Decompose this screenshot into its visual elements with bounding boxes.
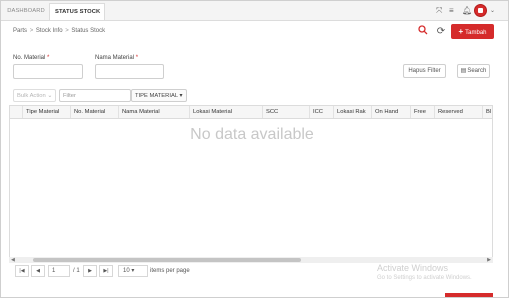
empty-state-text: No data available [190,126,314,143]
chevron-down-icon: ⌄ [47,93,53,99]
scroll-left-icon[interactable]: ◀ [11,257,15,263]
app-window: DASHBOARD STATUS STOCK × ⤧ ≡ 🔔︎ ⌄ Parts … [0,0,509,298]
page-count: / 1 [73,268,80,274]
chevron-down-icon[interactable]: ⌄ [490,7,495,14]
expand-icon[interactable]: ⤧ [436,7,442,15]
add-button-label: Tambah [465,30,487,36]
column-header[interactable]: Lokasi Material [189,106,262,118]
page-size-select[interactable]: 10 ▾ [118,265,148,277]
activate-windows-title: Activate Windows [377,263,449,273]
column-header[interactable]: Nama Material [118,106,189,118]
top-bar: DASHBOARD STATUS STOCK × ⤧ ≡ 🔔︎ ⌄ [1,1,508,21]
tab-status-stock[interactable]: STATUS STOCK × [49,3,105,20]
search-button[interactable]: ▤Search [457,64,490,78]
breadcrumb-stock-info[interactable]: Stock Info [36,28,63,34]
bell-icon[interactable]: 🔔︎ [462,7,472,15]
caret-down-icon: ▾ [179,93,183,99]
scrollbar-thumb[interactable] [33,258,301,262]
nama-material-label: Nama Material * [95,55,139,61]
search-icon[interactable] [416,25,430,39]
breadcrumb: Parts > Stock Info > Status Stock [13,28,106,34]
next-page-button[interactable]: ▶ [83,265,97,277]
column-header[interactable]: Free [410,106,434,118]
breadcrumb-parts[interactable]: Parts [13,28,27,34]
column-header[interactable]: Reserved [434,106,482,118]
clear-filter-button[interactable]: Hapus Filter [403,64,446,78]
table-header: Tipe Material No. Material Nama Material… [10,106,492,119]
no-material-input[interactable] [13,64,83,79]
plus-icon: + [458,27,464,36]
column-header[interactable]: Tipe Material [22,106,70,118]
tab-dashboard[interactable]: DASHBOARD [5,3,47,20]
column-header[interactable]: Lokasi Rak [333,106,371,118]
close-icon[interactable]: × [96,4,100,21]
breadcrumb-status-stock: Status Stock [71,28,106,34]
add-button[interactable]: + Tambah [451,24,494,39]
scroll-right-icon[interactable]: ▶ [487,257,491,263]
nama-material-input[interactable] [95,64,164,79]
search-icon: ▤ [460,68,467,74]
page-input[interactable]: 1 [48,265,70,277]
column-header[interactable]: On Hand [371,106,410,118]
caret-down-icon: ▾ [131,268,135,274]
refresh-icon[interactable]: ⟳ [434,25,448,39]
menu-icon[interactable]: ≡ [449,7,454,15]
column-header[interactable]: ICC [309,106,333,118]
tab-label: STATUS STOCK [55,9,101,15]
bottom-action-strip[interactable] [445,293,493,297]
prev-page-button[interactable]: ◀ [31,265,45,277]
breadcrumb-separator: > [29,28,34,34]
data-table: Tipe Material No. Material Nama Material… [9,105,493,259]
items-per-page-label: items per page [150,268,190,274]
tipe-material-dropdown[interactable]: TIPE MATERIAL ▾ [131,89,187,102]
bulk-action-dropdown[interactable]: Bulk Action ⌄ [13,89,56,102]
no-material-label: No. Material * [13,55,50,61]
breadcrumb-separator: > [65,28,69,34]
column-header[interactable]: No. Material [70,106,118,118]
select-all-column[interactable] [10,106,22,118]
filter-input[interactable]: Filter [59,89,131,102]
first-page-button[interactable]: |◀ [15,265,29,277]
column-header[interactable]: Bl [482,106,492,118]
activate-windows-subtitle: Go to Settings to activate Windows. [377,275,472,281]
last-page-button[interactable]: ▶| [99,265,113,277]
column-header[interactable]: SCC [262,106,309,118]
avatar[interactable] [474,4,487,17]
